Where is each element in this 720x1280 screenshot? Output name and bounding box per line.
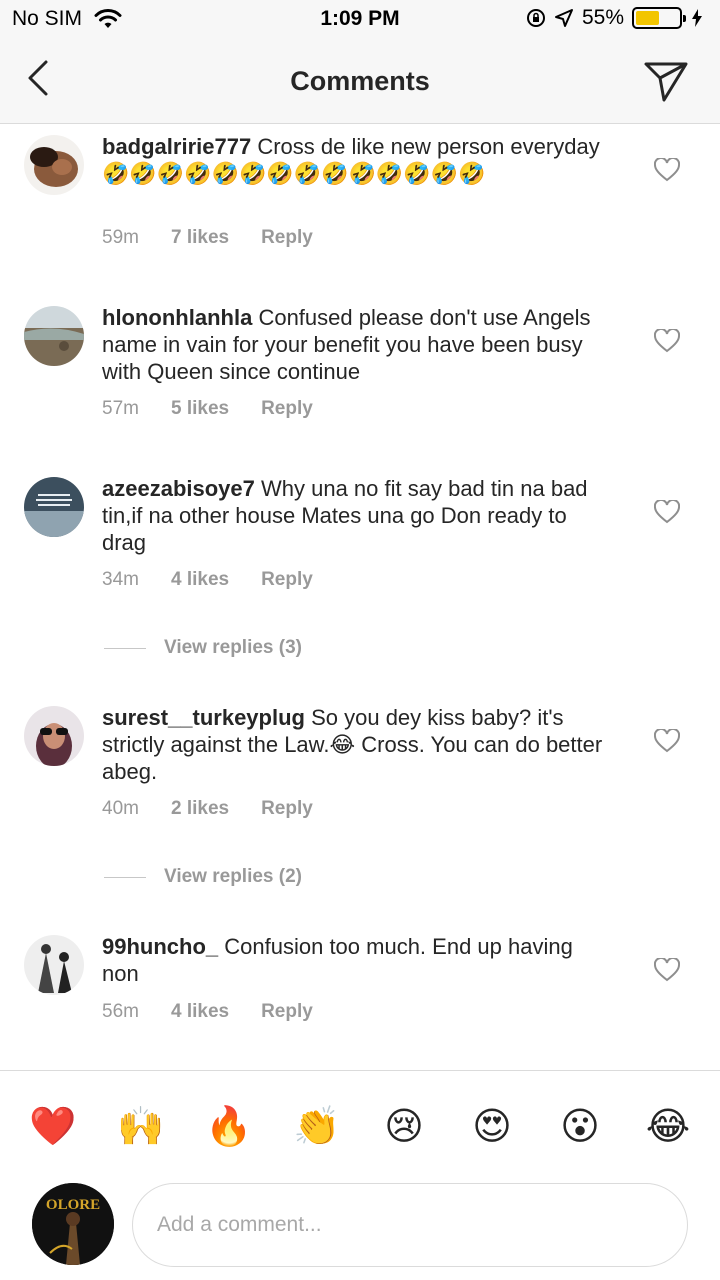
heart-eyes-emoji-button[interactable]: 😍 xyxy=(469,1103,515,1149)
comment-meta: 59m 7 likes Reply xyxy=(102,227,345,249)
location-arrow-icon xyxy=(554,9,573,27)
clapping-hands-emoji-button[interactable]: 👏 xyxy=(293,1103,340,1149)
comment-likes[interactable]: 2 likes xyxy=(171,798,229,820)
comment-meta: 56m 4 likes Reply xyxy=(102,1001,345,1023)
comment-meta: 57m 5 likes Reply xyxy=(102,398,345,420)
heart-icon[interactable] xyxy=(654,158,680,182)
avatar[interactable] xyxy=(24,706,84,766)
avatar[interactable] xyxy=(24,477,84,537)
comment-likes[interactable]: 4 likes xyxy=(171,569,229,591)
comment-time: 57m xyxy=(102,398,139,419)
red-heart-emoji-button[interactable]: ❤️ xyxy=(29,1103,76,1149)
divider xyxy=(104,647,146,649)
comment-username[interactable]: surest__turkeyplug xyxy=(102,705,305,730)
battery-icon xyxy=(632,7,686,29)
comment-text: badgalririe777 Cross de like new person … xyxy=(102,133,612,187)
avatar[interactable] xyxy=(24,135,84,195)
fire-emoji-button[interactable]: 🔥 xyxy=(205,1103,252,1149)
emoji-bar: ❤️ 🙌 🔥 👏 😢 😍 😮 😂 xyxy=(0,1070,720,1175)
comment-username[interactable]: badgalririe777 xyxy=(102,134,251,159)
comment-time: 40m xyxy=(102,798,139,819)
view-replies-label: View replies (3) xyxy=(164,637,302,658)
comment-text: surest__turkeyplug So you dey kiss baby?… xyxy=(102,704,612,785)
avatar[interactable] xyxy=(24,935,84,995)
reply-button[interactable]: Reply xyxy=(261,398,313,420)
reply-button[interactable]: Reply xyxy=(261,1001,313,1023)
comment-time: 34m xyxy=(102,569,139,590)
comment-text: azeezabisoye7 Why una no fit say bad tin… xyxy=(102,475,612,556)
view-replies-button[interactable]: View replies (2) xyxy=(104,866,302,888)
my-avatar-wordmark: OLORE xyxy=(46,1197,100,1213)
comments-list[interactable]: badgalririe777 Cross de like new person … xyxy=(0,125,720,1070)
header: Comments xyxy=(0,40,720,124)
comment-meta: 34m 4 likes Reply xyxy=(102,569,345,591)
raising-hands-emoji-button[interactable]: 🙌 xyxy=(117,1103,164,1149)
comment-username[interactable]: 99huncho_ xyxy=(102,934,218,959)
comment-time: 59m xyxy=(102,227,139,248)
comment-text: hlononhlanhla Confused please don't use … xyxy=(102,304,612,385)
divider xyxy=(104,876,146,878)
page-title: Comments xyxy=(290,66,430,96)
tears-of-joy-emoji-button[interactable]: 😂 xyxy=(645,1103,691,1149)
view-replies-button[interactable]: View replies (3) xyxy=(104,637,302,659)
charging-bolt-icon xyxy=(692,9,702,27)
comment-likes[interactable]: 7 likes xyxy=(171,227,229,249)
comment-username[interactable]: azeezabisoye7 xyxy=(102,476,255,501)
reply-button[interactable]: Reply xyxy=(261,569,313,591)
comment-input[interactable] xyxy=(132,1183,688,1267)
reply-button[interactable]: Reply xyxy=(261,227,313,249)
comment-username[interactable]: hlononhlanhla xyxy=(102,305,252,330)
comment-time: 56m xyxy=(102,1001,139,1022)
comment-likes[interactable]: 4 likes xyxy=(171,1001,229,1023)
heart-icon[interactable] xyxy=(654,729,680,753)
comment-composer: OLORE xyxy=(0,1175,720,1280)
view-replies-label: View replies (2) xyxy=(164,866,302,887)
heart-icon[interactable] xyxy=(654,500,680,524)
orientation-lock-icon xyxy=(526,9,545,27)
comment-likes[interactable]: 5 likes xyxy=(171,398,229,420)
comment-text: 99huncho_ Confusion too much. End up hav… xyxy=(102,933,612,987)
my-avatar[interactable]: OLORE xyxy=(32,1183,114,1265)
reply-button[interactable]: Reply xyxy=(261,798,313,820)
surprised-face-emoji-button[interactable]: 😮 xyxy=(557,1103,603,1149)
heart-icon[interactable] xyxy=(654,329,680,353)
crying-face-emoji-button[interactable]: 😢 xyxy=(381,1103,427,1149)
battery-fill xyxy=(636,11,660,25)
battery-percent: 55% xyxy=(581,6,624,29)
avatar[interactable] xyxy=(24,306,84,366)
heart-icon[interactable] xyxy=(654,958,680,982)
status-right: 55% xyxy=(526,6,710,30)
send-button[interactable] xyxy=(642,56,690,104)
status-bar: No SIM 1:09 PM 55% xyxy=(0,0,720,40)
comment-meta: 40m 2 likes Reply xyxy=(102,798,345,820)
